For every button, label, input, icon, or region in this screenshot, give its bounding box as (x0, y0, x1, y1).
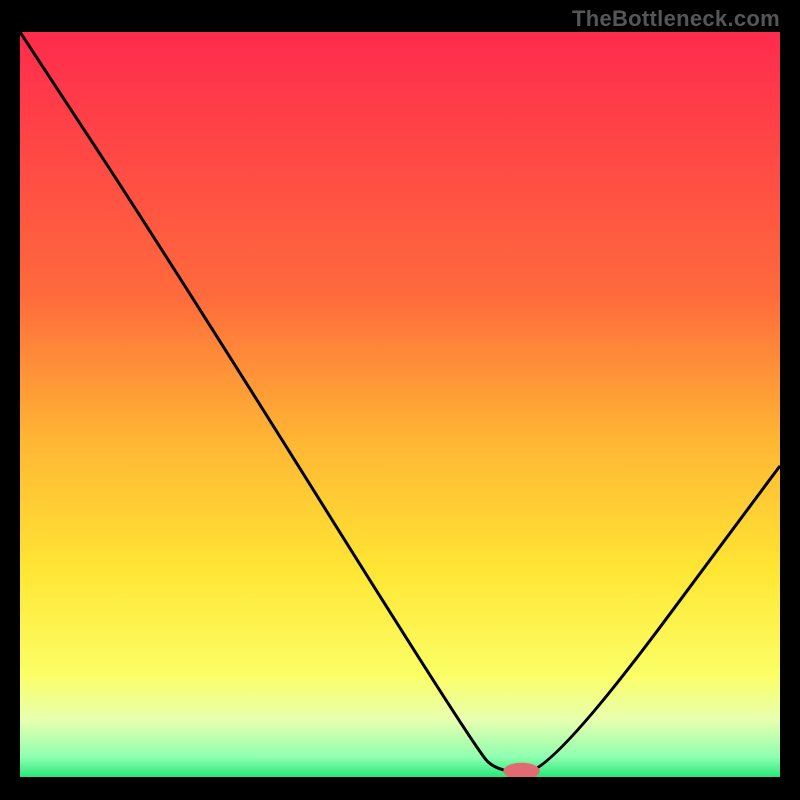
chart-frame (20, 32, 780, 780)
optimal-point-marker (503, 763, 539, 779)
watermark-text: TheBottleneck.com (572, 6, 780, 32)
bottleneck-chart (20, 32, 780, 780)
gradient-background (20, 32, 780, 780)
